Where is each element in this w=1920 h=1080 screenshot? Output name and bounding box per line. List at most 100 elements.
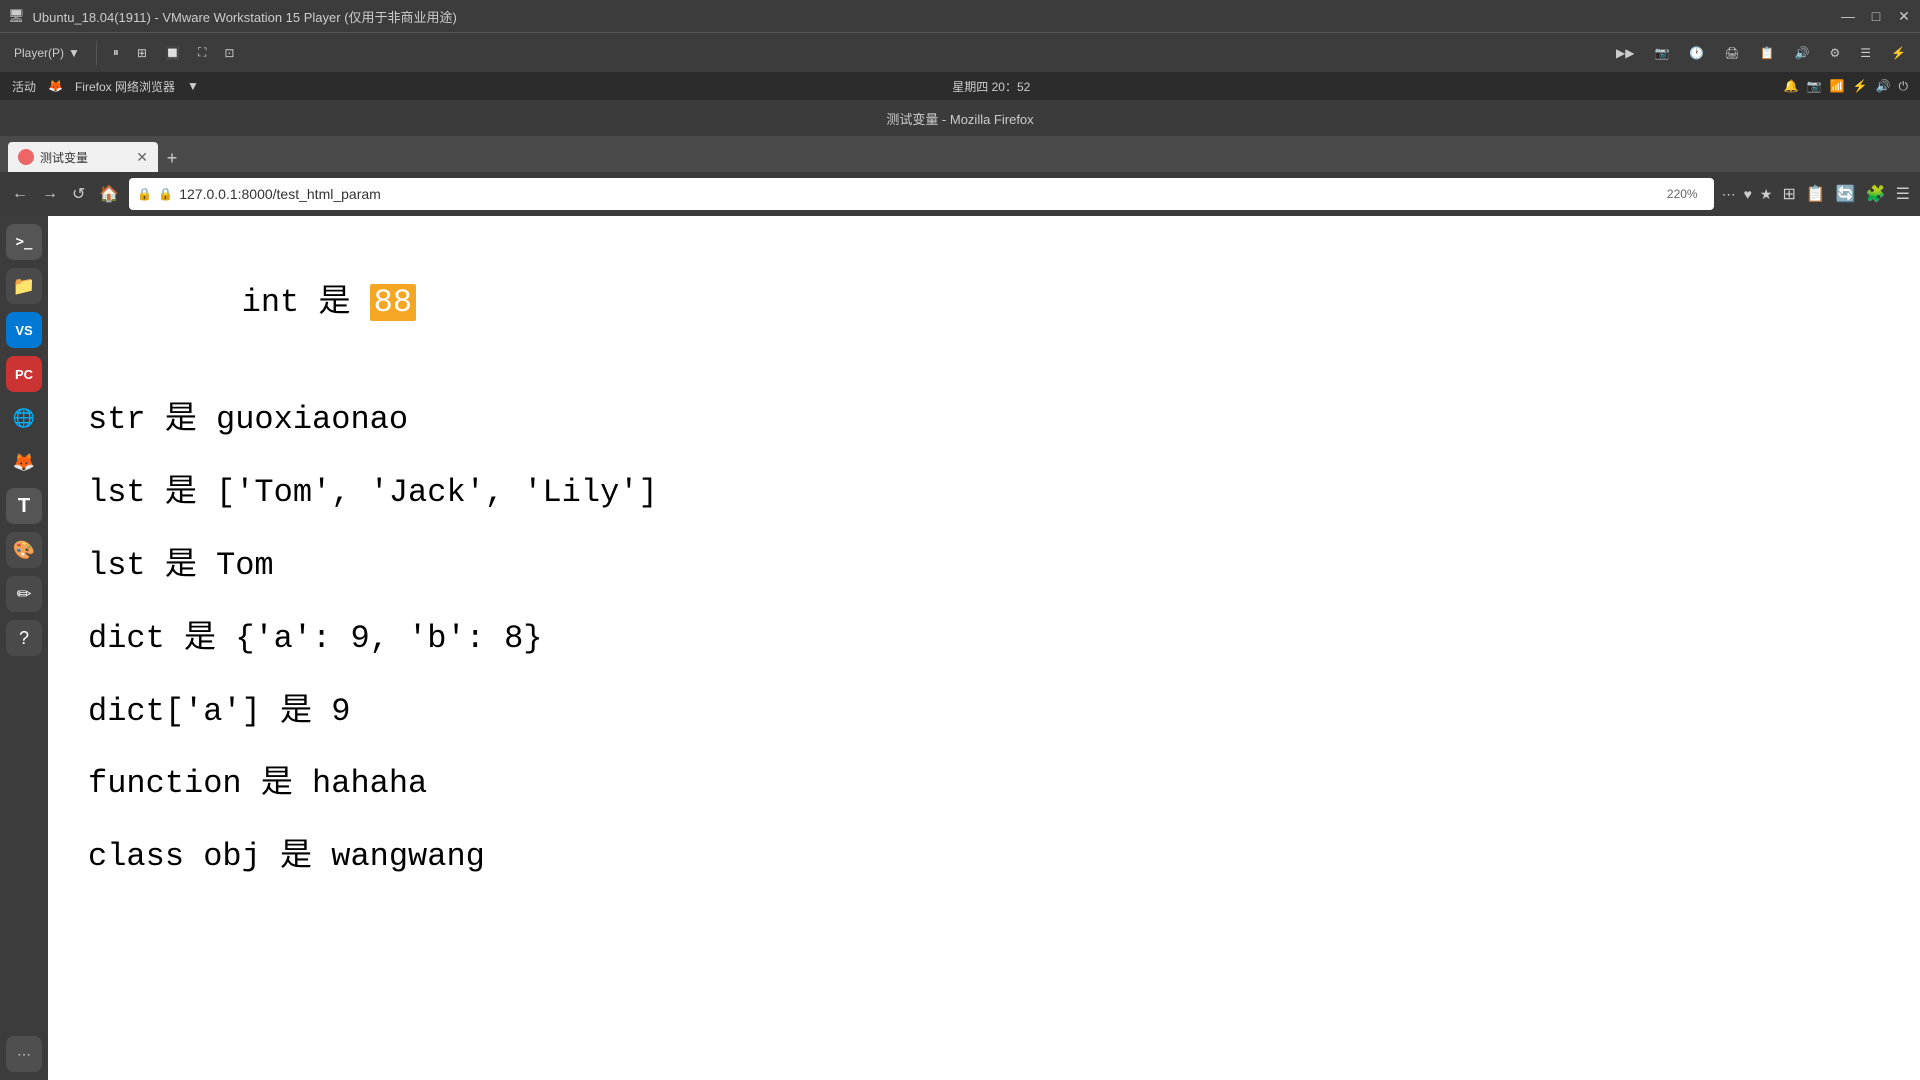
sidebar-item-vscode[interactable]: VS [6, 312, 42, 348]
sidebar-item-chromium[interactable]: 🌐 [6, 400, 42, 436]
power-button[interactable]: ⚡ [1885, 44, 1912, 62]
terminal-icon: >_ [16, 234, 33, 250]
forward-button[interactable]: → [38, 181, 62, 207]
unity-button[interactable]: ⊡ [218, 44, 240, 62]
skip-button[interactable]: ▶▶ [1610, 44, 1640, 62]
camera-icon: 📷 [1807, 79, 1822, 93]
usb-button[interactable]: 🔲 [159, 44, 186, 62]
sidebar-item-firefox[interactable]: 🦊 [6, 444, 42, 480]
content-line-dict-full: dict 是 {'a': 9, 'b': 8} [88, 617, 1880, 662]
power-settings-icon[interactable]: ⏻ [1898, 79, 1908, 94]
toolbar-right-group: ▶▶ 📷 🕐 🖨 📋 🔊 ⚙ ☰ ⚡ [1610, 44, 1912, 62]
toolbar-separator-1 [96, 41, 97, 65]
taskbar-right: 🔔 📷 📶 ⚡ 🔊 ⏻ [1784, 79, 1908, 94]
sidebar-item-help[interactable]: ? [6, 620, 42, 656]
player-arrow-icon: ▼ [68, 46, 80, 60]
ubuntu-sidebar: >_ 📁 VS PC 🌐 🦊 T 🎨 ✏ [0, 216, 48, 1080]
vmware-toolbar: Player(P) ▼ ⏸ ⊞ 🔲 ⛶ ⊡ ▶▶ 📷 🕐 🖨 📋 🔊 ⚙ ☰ ⚡ [0, 32, 1920, 72]
vmware-titlebar: 🖥 Ubuntu_18.04(1911) - VMware Workstatio… [0, 0, 1920, 32]
sidebar-item-text-editor[interactable]: T [6, 488, 42, 524]
zoom-level: 220% [1667, 187, 1706, 201]
content-line-dict-a: dict['a'] 是 9 [88, 690, 1880, 735]
help-icon: ? [19, 628, 29, 649]
clipboard-button[interactable]: 📋 [1754, 44, 1781, 62]
vmware-titlebar-left: 🖥 Ubuntu_18.04(1911) - VMware Workstatio… [8, 7, 457, 26]
home-button[interactable]: 🏠 [95, 180, 123, 208]
menu-button[interactable]: ☰ [1854, 44, 1877, 62]
activities-label[interactable]: 活动 [12, 78, 36, 95]
url-display[interactable]: 127.0.0.1:8000/test_html_param [179, 186, 1661, 202]
draw-icon: ✏ [16, 584, 31, 605]
browser-taskbar-label[interactable]: Firefox 网络浏览器 [75, 78, 175, 95]
notification-icon[interactable]: 🔔 [1784, 79, 1799, 93]
content-line-lst-tom: lst 是 Tom [88, 544, 1880, 589]
minimize-button[interactable]: — [1840, 8, 1856, 24]
taskbar-datetime: 星期四 20：52 [952, 78, 1030, 95]
sidebar-item-terminal[interactable]: >_ [6, 224, 42, 260]
sidebar-toggle-button[interactable]: 📋 [1804, 182, 1828, 206]
content-line-int: int 是 88 [88, 236, 1880, 370]
print-button[interactable]: 🖨 [1718, 44, 1745, 62]
back-button[interactable]: ← [8, 181, 32, 207]
security-icon: 🔒 [137, 187, 152, 201]
time-button[interactable]: 🕐 [1683, 44, 1710, 62]
tab-test-variables[interactable]: 测试变量 ✕ [8, 142, 158, 172]
pc-icon: PC [15, 367, 33, 382]
audio-button[interactable]: 🔊 [1789, 44, 1816, 62]
tab-label: 测试变量 [40, 149, 88, 166]
extensions-button[interactable]: 🧩 [1864, 182, 1888, 206]
maximize-button[interactable]: □ [1868, 8, 1884, 24]
pocket-button[interactable]: ♥ [1742, 184, 1754, 205]
close-button[interactable]: ✕ [1896, 8, 1912, 24]
send-ctrl-alt-del-button[interactable]: ⊞ [131, 44, 153, 62]
apps-grid-icon: ⋯ [17, 1046, 31, 1063]
sidebar-item-gimp[interactable]: 🎨 [6, 532, 42, 568]
tab-close-button[interactable]: ✕ [136, 149, 148, 166]
bookmark-button[interactable]: ★ [1758, 184, 1775, 205]
address-actions: ⋯ ♥ ★ [1720, 184, 1775, 205]
browser-main: >_ 📁 VS PC 🌐 🦊 T 🎨 ✏ [0, 216, 1920, 1080]
firefox-titlebar: 测试变量 - Mozilla Firefox [0, 100, 1920, 136]
firefox-menu-button[interactable]: ☰ [1894, 182, 1912, 206]
browser-content[interactable]: int 是 88 str 是 guoxiaonao lst 是 ['Tom', … [48, 216, 1920, 1080]
content-line-lst-full: lst 是 ['Tom', 'Jack', 'Lily'] [88, 471, 1880, 516]
vmware-icon: 🖥 [8, 8, 25, 24]
gimp-icon: 🎨 [13, 540, 35, 561]
firefox-window: 测试变量 - Mozilla Firefox 测试变量 ✕ + ← → ↺ 🏠 … [0, 100, 1920, 1080]
sidebar-bottom: ⋯ [6, 1036, 42, 1072]
firefox-window-title: 测试变量 - Mozilla Firefox [886, 109, 1033, 128]
tab-favicon [18, 149, 34, 165]
sidebar-item-draw[interactable]: ✏ [6, 576, 42, 612]
pause-button[interactable]: ⏸ [107, 43, 125, 62]
chromium-icon: 🌐 [13, 408, 35, 429]
player-label: Player(P) [14, 46, 64, 60]
content-line-str: str 是 guoxiaonao [88, 398, 1880, 443]
sidebar-item-files[interactable]: 📁 [6, 268, 42, 304]
firefox-tabs: 测试变量 ✕ + [0, 136, 1920, 172]
address-bar[interactable]: 🔒 🔒 127.0.0.1:8000/test_html_param 220% [129, 178, 1713, 210]
int-value-highlight: 88 [370, 284, 416, 321]
more-options-button[interactable]: ⋯ [1720, 184, 1738, 205]
settings-button[interactable]: ⚙ [1824, 44, 1847, 62]
vmware-window-controls: — □ ✕ [1840, 8, 1912, 24]
show-all-apps-button[interactable]: ⋯ [6, 1036, 42, 1072]
refresh-button[interactable]: ↺ [68, 180, 89, 208]
firefox-addressbar: ← → ↺ 🏠 🔒 🔒 127.0.0.1:8000/test_html_par… [0, 172, 1920, 216]
network-icon[interactable]: 📶 [1830, 79, 1845, 93]
browser-taskbar-arrow-icon[interactable]: ▼ [187, 79, 199, 93]
snapshot-button[interactable]: 📷 [1648, 44, 1675, 62]
sidebar-item-pc[interactable]: PC [6, 356, 42, 392]
battery-icon: ⚡ [1853, 79, 1868, 93]
fullscreen-button[interactable]: ⛶ [192, 43, 212, 62]
sync-button[interactable]: 🔄 [1834, 182, 1858, 206]
player-menu[interactable]: Player(P) ▼ [8, 44, 86, 62]
firefox-icon: 🦊 [13, 452, 35, 473]
reader-view-button[interactable]: ⊞ [1780, 182, 1797, 206]
browser-taskbar-icon: 🦊 [48, 79, 63, 93]
ubuntu-taskbar: 活动 🦊 Firefox 网络浏览器 ▼ 星期四 20：52 🔔 📷 📶 ⚡ 🔊… [0, 72, 1920, 100]
text-editor-icon: T [18, 495, 30, 518]
new-tab-button[interactable]: + [158, 144, 186, 172]
volume-icon[interactable]: 🔊 [1876, 79, 1891, 93]
int-prefix: int 是 [242, 284, 370, 321]
vscode-icon: VS [15, 323, 32, 338]
